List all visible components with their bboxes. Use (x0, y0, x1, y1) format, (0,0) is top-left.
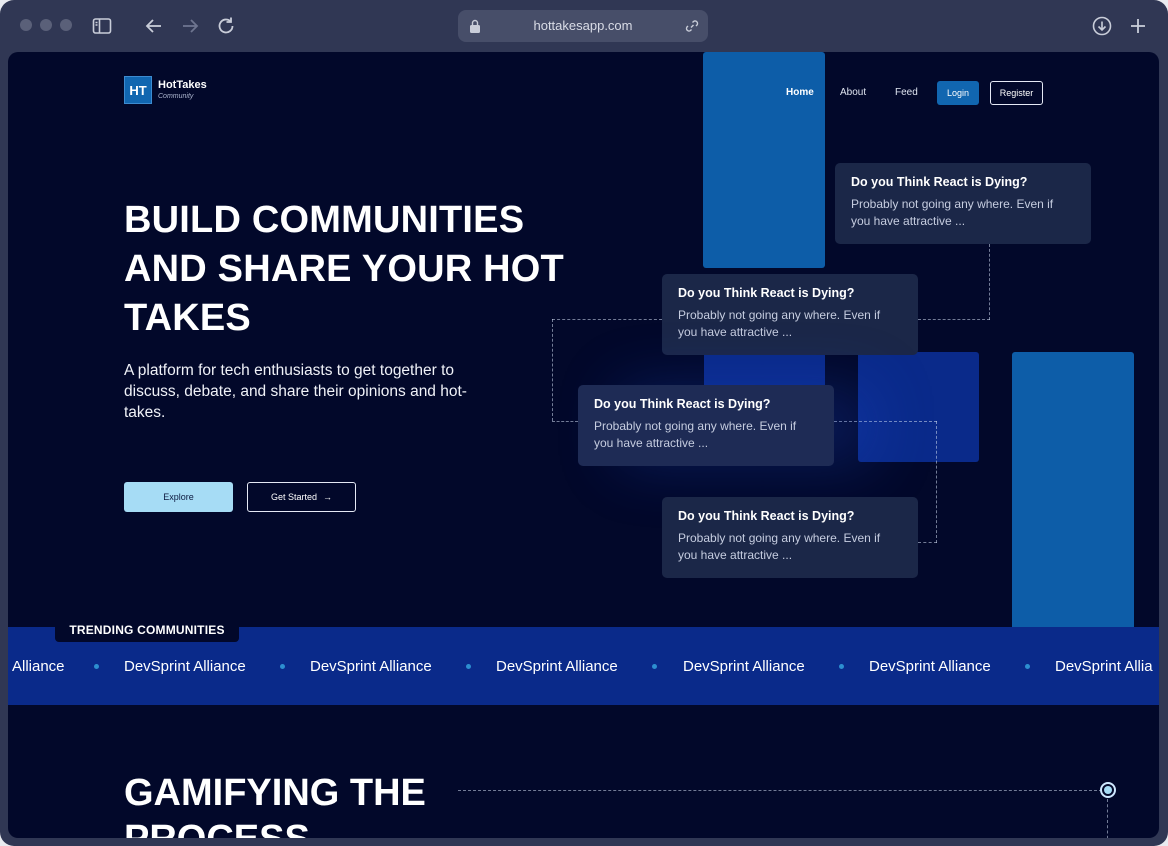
community-item[interactable]: DevSprint Alliance (869, 658, 991, 675)
connector-line (989, 244, 990, 320)
nav-feed[interactable]: Feed (895, 87, 918, 98)
logo-mark[interactable]: HT (124, 76, 152, 104)
hot-take-card[interactable]: Do you Think React is Dying? Probably no… (578, 385, 834, 466)
close-window-button[interactable] (20, 19, 32, 31)
get-started-button[interactable]: Get Started → (247, 482, 356, 512)
hot-take-card[interactable]: Do you Think React is Dying? Probably no… (835, 163, 1091, 244)
hero-subtitle: A platform for tech enthusiasts to get t… (124, 362, 467, 421)
separator-dot (466, 664, 471, 669)
card-title: Do you Think React is Dying? (678, 286, 855, 300)
logo-name[interactable]: HotTakes (158, 79, 207, 91)
url-text: hottakesapp.com (533, 18, 633, 33)
gamifying-title: GAMIFYING THE PROCESS (124, 772, 426, 838)
get-started-label: Get Started (270, 492, 318, 502)
separator-dot (280, 664, 285, 669)
card-title: Do you Think React is Dying? (851, 175, 1028, 189)
page-viewport: HT HotTakes Community Home About Feed Lo… (8, 52, 1159, 838)
back-icon[interactable] (142, 14, 166, 38)
connector-line (918, 319, 990, 320)
timeline-line (458, 790, 1102, 791)
card-excerpt: Probably not going any where. Even if yo… (851, 197, 1054, 228)
card-title: Do you Think React is Dying? (594, 397, 771, 411)
link-icon[interactable] (684, 18, 700, 34)
zoom-window-button[interactable] (60, 19, 72, 31)
login-button[interactable]: Login (937, 81, 979, 105)
connector-line (918, 542, 937, 543)
sidebar-icon[interactable] (90, 14, 114, 38)
decor-block (858, 352, 979, 462)
separator-dot (652, 664, 657, 669)
reload-icon[interactable] (214, 14, 238, 38)
nav-about[interactable]: About (840, 87, 866, 98)
hero-title: BUILD COMMUNITIES AND SHARE YOUR HOT TAK… (124, 199, 564, 339)
community-item[interactable]: DevSprint Alliance (310, 658, 432, 675)
card-excerpt: Probably not going any where. Even if yo… (594, 419, 797, 450)
community-item[interactable]: DevSprint Allia (1055, 658, 1153, 675)
card-title: Do you Think React is Dying? (678, 509, 855, 523)
register-button[interactable]: Register (990, 81, 1043, 105)
browser-window: hottakesapp.com HT HotTakes Community Ho… (0, 0, 1168, 846)
card-excerpt: Probably not going any where. Even if yo… (678, 531, 881, 562)
timeline-line (1107, 799, 1108, 838)
forward-icon[interactable] (178, 14, 202, 38)
timeline-node (1100, 782, 1116, 798)
separator-dot (94, 664, 99, 669)
browser-toolbar: hottakesapp.com (0, 0, 1168, 52)
separator-dot (1025, 664, 1030, 669)
arrow-right-icon: → (323, 492, 333, 502)
hot-take-card[interactable]: Do you Think React is Dying? Probably no… (662, 274, 918, 355)
community-item[interactable]: DevSprint Alliance (496, 658, 618, 675)
logo-subtitle: Community (158, 93, 194, 100)
card-excerpt: Probably not going any where. Even if yo… (678, 308, 881, 339)
explore-button[interactable]: Explore (124, 482, 233, 512)
connector-line (552, 421, 578, 422)
connector-line (936, 421, 937, 543)
nav-home[interactable]: Home (786, 87, 814, 98)
connector-line (834, 421, 937, 422)
new-tab-icon[interactable] (1126, 14, 1150, 38)
separator-dot (839, 664, 844, 669)
hot-take-card[interactable]: Do you Think React is Dying? Probably no… (662, 497, 918, 578)
download-icon[interactable] (1090, 14, 1114, 38)
community-item[interactable]: Alliance (12, 658, 65, 675)
address-bar[interactable]: hottakesapp.com (458, 10, 708, 42)
minimize-window-button[interactable] (40, 19, 52, 31)
decor-block (1012, 352, 1134, 642)
community-item[interactable]: DevSprint Alliance (683, 658, 805, 675)
trending-communities-label: TRENDING COMMUNITIES (55, 617, 239, 642)
community-item[interactable]: DevSprint Alliance (124, 658, 246, 675)
decor-block (703, 52, 825, 268)
